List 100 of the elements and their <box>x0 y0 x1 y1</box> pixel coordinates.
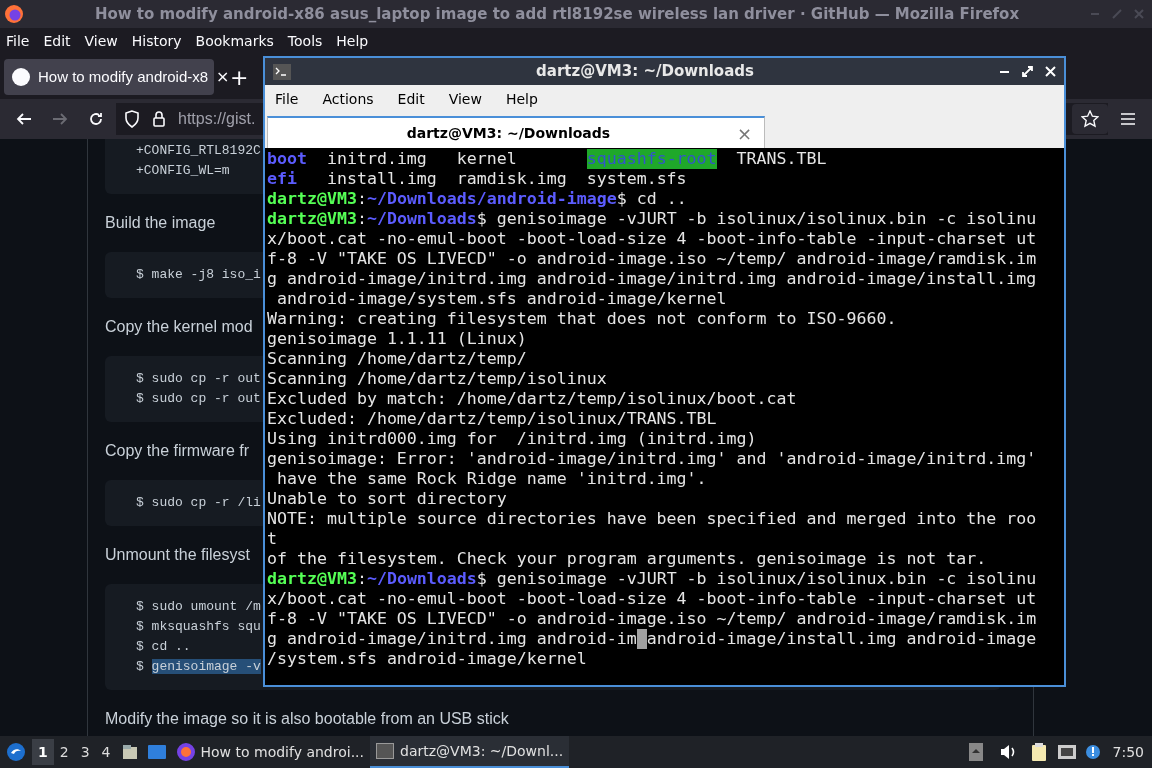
terminal-text: squashfs-root <box>586 149 717 169</box>
terminal-text: Scanning /home/dartz/temp/ <box>267 349 527 369</box>
terminal-text: efi <box>267 169 297 189</box>
terminal-text: Excluded by match: /home/dartz/temp/isolinux/boot.cat <box>267 389 797 409</box>
terminal-text: g android-image/initrd.img android-im <box>267 629 637 649</box>
terminal-text: : <box>356 209 367 229</box>
url-field[interactable]: https://gist. <box>178 107 256 131</box>
star-icon <box>1081 110 1099 128</box>
firefox-logo-icon <box>176 743 195 761</box>
text-cursor <box>636 629 647 649</box>
code-line: $ make -j8 iso_i <box>136 266 261 284</box>
task-label: How to modify androi... <box>200 742 364 762</box>
terminal-text: android-image/install.img android-image <box>646 629 1037 649</box>
menu-item[interactable]: Bookmarks <box>195 31 274 52</box>
terminal-text: $ cd .. <box>616 189 687 209</box>
terminal-text: x/boot.cat -no-emul-boot -boot-load-size 4 -boot-info-table -input-charset ut <box>267 229 1037 249</box>
new-tab-button[interactable]: + <box>230 60 249 94</box>
paragraph: Copy the kernel mod <box>105 317 253 337</box>
close-tab-button[interactable]: × <box>216 65 230 89</box>
back-icon[interactable] <box>16 111 32 127</box>
terminal-text: Scanning /home/dartz/temp/isolinux <box>267 369 607 389</box>
menu-item[interactable]: Edit <box>397 89 425 110</box>
terminal-text: : <box>356 569 367 589</box>
terminal-text: $ genisoimage -vJURT -b isolinux/isolinux.bin -c isolinu <box>476 569 1037 589</box>
terminal-text: f-8 -V "TAKE OS LIVECD" -o android-image.iso ~/temp/ android-image/ramdisk.im <box>267 249 1037 269</box>
window-title: How to modify android-x86 asus_laptop image to add rtl8192se wireless lan driver · GitHub — Mozilla Firefox <box>93 3 1021 25</box>
shield-icon[interactable] <box>124 110 140 128</box>
terminal-text: initrd.img kernel <box>325 149 518 169</box>
terminal-text: genisoimage: Error: 'android-image/initrd.img' and 'android-image/initrd.img' <box>267 449 1037 469</box>
code-line: $ mksquashfs squ <box>136 618 261 636</box>
menu-item[interactable]: Edit <box>43 31 71 52</box>
code-line: $ genisoimage -v <box>136 658 261 676</box>
menu-item[interactable]: File <box>275 89 299 110</box>
notification-icon[interactable] <box>1084 744 1101 760</box>
menu-item[interactable]: File <box>6 31 30 52</box>
terminal-text: android-image/system.sfs android-image/kernel <box>276 289 727 309</box>
tab-title: dartz@VM3: ~/Downloads <box>405 123 612 143</box>
terminal-text: install.img ramdisk.img system.sfs <box>325 169 687 189</box>
terminal-text: have the same Rock Ridge name 'initrd.img'. <box>276 469 707 489</box>
terminal-text: dartz@VM3 <box>267 569 357 589</box>
terminal-text: Unable to sort directory <box>267 489 507 509</box>
code-line: $ sudo cp -r /li <box>136 494 261 512</box>
terminal-text: Excluded: /home/dartz/temp/isolinux/TRANS.TBL <box>267 409 717 429</box>
terminal-text: ~/Downloads <box>366 209 477 229</box>
clipboard-icon[interactable] <box>1030 742 1047 762</box>
paragraph: Copy the firmware fr <box>105 441 250 461</box>
terminal-text: f-8 -V "TAKE OS LIVECD" -o android-image.iso ~/temp/ android-image/ramdisk.im <box>267 609 1037 629</box>
terminal-text: : <box>356 189 367 209</box>
workspace-button[interactable]: 3 <box>74 739 96 765</box>
workspace-button[interactable]: 4 <box>95 739 117 765</box>
paragraph: Modify the image so it is also bootable from an USB stick <box>105 709 509 729</box>
terminal-text: genisoimage 1.1.11 (Linux) <box>267 329 527 349</box>
terminal-text: ~/Downloads <box>366 569 477 589</box>
lock-icon[interactable] <box>152 110 166 128</box>
code-line: +CONFIG_WL=m <box>136 162 230 180</box>
code-line: $ sudo umount /m <box>136 598 261 616</box>
menu-item[interactable]: Help <box>336 31 369 52</box>
taskbar-button[interactable]: dartz@VM3: ~/Downl... <box>370 736 570 768</box>
speaker-icon[interactable] <box>998 744 1017 760</box>
menu-item[interactable]: Help <box>505 89 538 110</box>
taskbar-button[interactable]: How to modify androi... <box>170 736 370 768</box>
menu-item[interactable]: Tools <box>287 31 323 52</box>
terminal-text: of the filesystem. Check your program arguments. genisoimage is not tar. <box>267 549 987 569</box>
menu-item[interactable]: View <box>448 89 482 110</box>
firefox-logo-icon <box>4 4 24 24</box>
terminal-text: /system.sfs android-image/kernel <box>267 649 587 669</box>
workspace-button[interactable]: 2 <box>53 739 75 765</box>
start-menu-icon[interactable] <box>6 742 26 762</box>
terminal-text: ~/Downloads/android-image <box>366 189 617 209</box>
menu-icon[interactable] <box>1120 112 1136 126</box>
code-line: +CONFIG_RTL8192C <box>136 142 261 160</box>
terminal-text: NOTE: multiple source directories have been specified and merged into the roo <box>267 509 1037 529</box>
tab-title: How to modify android-x8 <box>38 66 209 87</box>
menu-item[interactable]: View <box>84 31 118 52</box>
terminal-text: Using initrd000.img for /initrd.img (initrd.img) <box>267 429 757 449</box>
code-line: $ sudo cp -r out <box>136 370 261 388</box>
terminal-text: t <box>267 529 277 549</box>
bookmark-button[interactable] <box>1072 104 1108 134</box>
reload-icon[interactable] <box>88 111 104 127</box>
close-tab-button[interactable]: × <box>736 119 752 147</box>
code-line: $ cd .. <box>136 638 191 656</box>
clock: 7:50 <box>1112 742 1144 762</box>
network-icon[interactable] <box>1056 743 1077 761</box>
terminal-tab[interactable]: dartz@VM3: ~/Downloads × <box>267 116 765 148</box>
paragraph: Unmount the filesyst <box>105 545 250 565</box>
menu-item[interactable]: History <box>131 31 182 52</box>
task-label: dartz@VM3: ~/Downl... <box>400 741 564 761</box>
code-line: $ sudo cp -r out <box>136 390 261 408</box>
desktop-icon[interactable] <box>146 743 167 761</box>
terminal-text: dartz@VM3 <box>267 209 357 229</box>
terminal-text: dartz@VM3 <box>267 189 357 209</box>
window-title: dartz@VM3: ~/Downloads <box>535 61 755 83</box>
terminal-text: g android-image/initrd.img android-image/initrd.img android-image/install.img <box>267 269 1037 289</box>
menu-item[interactable]: Actions <box>322 89 374 110</box>
file-manager-icon[interactable] <box>120 743 139 761</box>
terminal-text: Warning: creating filesystem that does not conform to ISO-9660. <box>267 309 897 329</box>
workspace-button[interactable]: 1 <box>32 739 54 765</box>
terminal-text: TRANS.TBL <box>735 149 827 169</box>
terminal-text: boot <box>267 149 307 169</box>
terminal-text: $ genisoimage -vJURT -b isolinux/isolinux.bin -c isolinu <box>476 209 1037 229</box>
